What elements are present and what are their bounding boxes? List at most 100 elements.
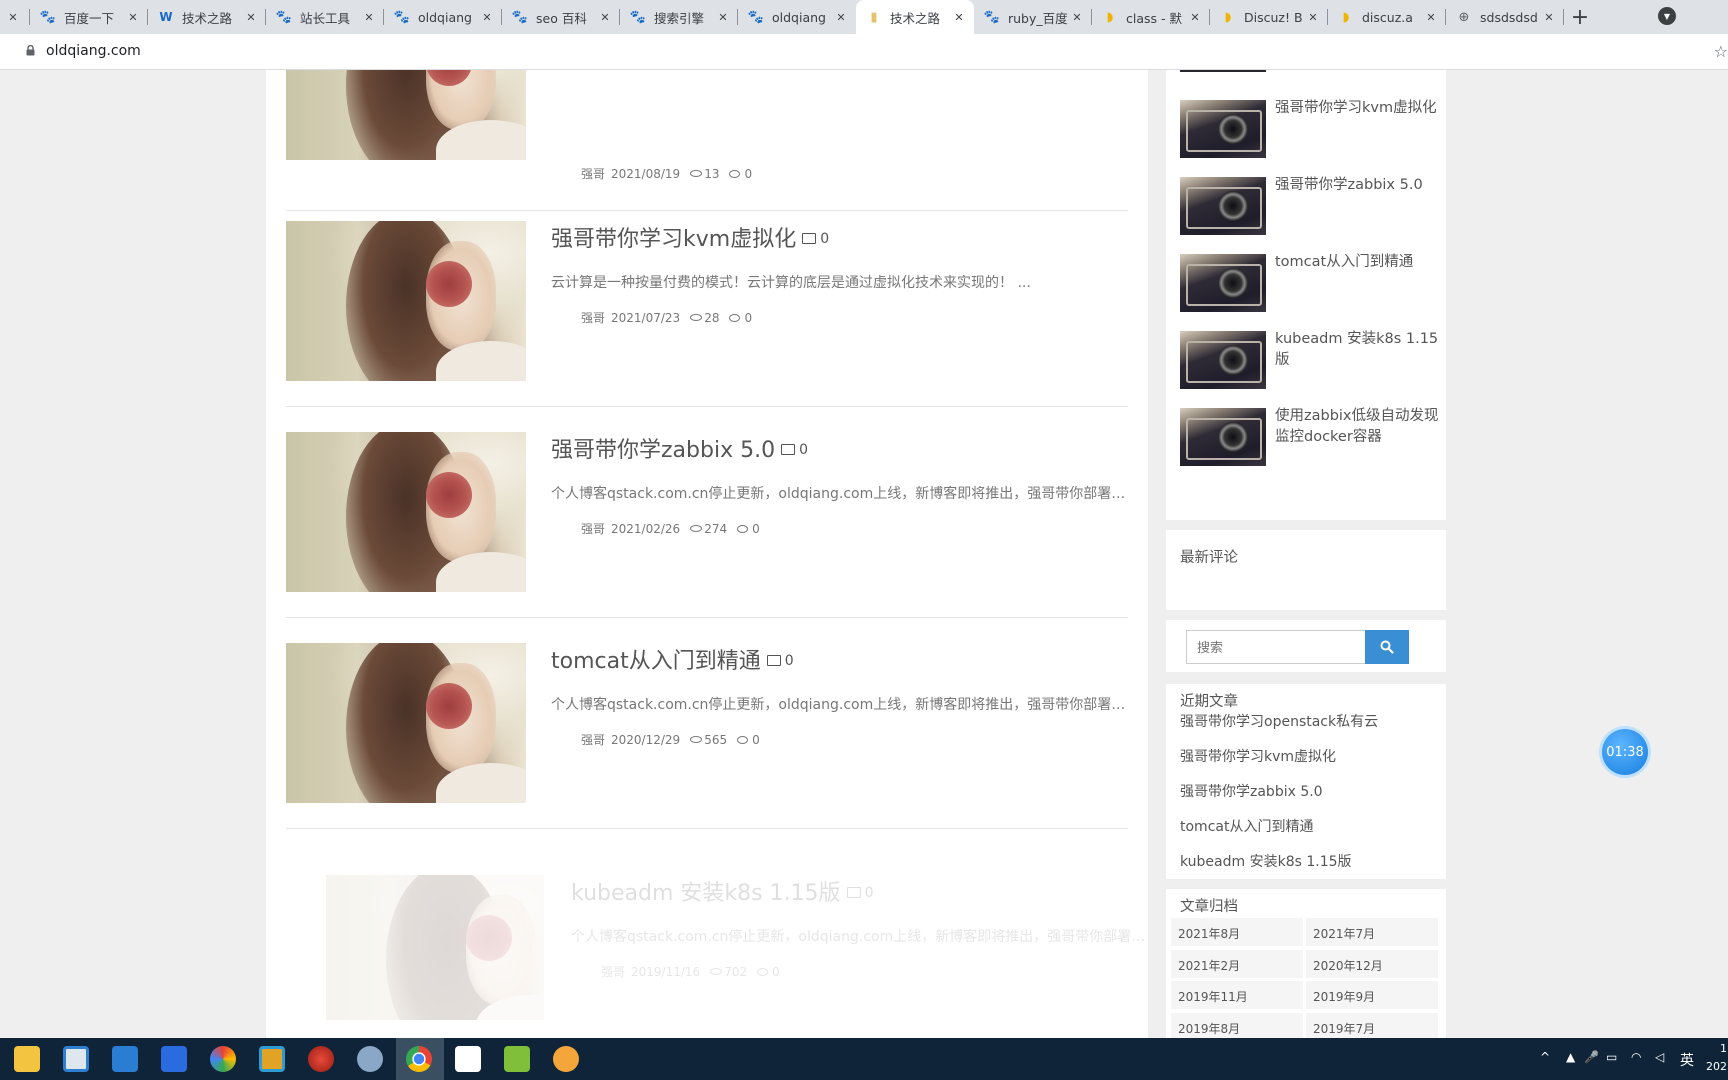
tray-expand-icon[interactable]: ^ (1540, 1050, 1550, 1064)
close-tab-icon[interactable]: ✕ (480, 11, 494, 24)
hot-post-title[interactable]: 强哥带你学习kvm虚拟化 (1275, 98, 1445, 119)
post-thumbnail[interactable] (286, 643, 526, 803)
tab-title: sdsdsdsd (1480, 9, 1538, 25)
browser-tab[interactable]: 🐾 ruby_百度 ✕ (974, 0, 1092, 34)
weibo-icon[interactable] (308, 1046, 334, 1072)
close-tab-icon[interactable]: ✕ (6, 11, 20, 24)
hot-post-title[interactable]: 强哥带你学zabbix 5.0 (1275, 175, 1445, 196)
hot-post-item[interactable]: 使用zabbix低级自动发现监控docker容器 (1180, 408, 1440, 466)
hot-post-title[interactable]: 使用zabbix低级自动发现监控docker容器 (1275, 406, 1445, 448)
browser-tab[interactable]: 🐾 oldqiang ✕ (384, 0, 502, 34)
close-tab-icon[interactable]: ✕ (716, 11, 730, 24)
tab-partial[interactable]: ✕ (0, 0, 30, 34)
archive-link[interactable]: 2019年8月 (1171, 1012, 1303, 1038)
hot-post-thumb[interactable] (1180, 408, 1266, 466)
bookmark-star-icon[interactable]: ☆ (1714, 42, 1728, 61)
close-tab-icon[interactable]: ✕ (598, 11, 612, 24)
file-explorer-icon[interactable] (14, 1046, 40, 1072)
post-title[interactable]: tomcat从入门到精通 0 (551, 643, 794, 675)
hot-post-item[interactable]: 强哥带你学习kvm虚拟化 (1180, 100, 1440, 158)
typora-icon[interactable] (455, 1046, 481, 1072)
browser-tab[interactable]: ⊕ sdsdsdsd ✕ (1446, 0, 1564, 34)
recent-post-link[interactable]: kubeadm 安装k8s 1.15版 (1180, 851, 1352, 871)
browser-tab[interactable]: W 技术之路 ✕ (148, 0, 266, 34)
hot-post-item[interactable]: kubeadm 安装k8s 1.15版 (1180, 331, 1440, 389)
archive-link[interactable]: 2021年2月 (1171, 949, 1303, 978)
feishu-icon[interactable] (161, 1046, 187, 1072)
floating-timer[interactable]: 01:38 (1602, 729, 1648, 775)
tab-search-icon[interactable]: ▼ (1658, 7, 1676, 25)
microphone-icon[interactable]: 🎤 (1584, 1050, 1599, 1064)
archive-link[interactable]: 2019年7月 (1306, 1012, 1438, 1038)
volume-icon[interactable]: ◁ (1655, 1050, 1664, 1064)
paint-icon[interactable] (357, 1046, 383, 1072)
close-tab-icon[interactable]: ✕ (1188, 11, 1202, 24)
ime-indicator[interactable]: 英 (1680, 1050, 1694, 1070)
post-title[interactable]: 强哥带你学zabbix 5.0 0 (551, 432, 808, 464)
browser-tab[interactable]: 🐾 oldqiang ✕ (738, 0, 856, 34)
archive-link[interactable]: 2021年8月 (1171, 918, 1303, 946)
wifi-icon[interactable]: ◠ (1631, 1050, 1641, 1064)
browser-tab[interactable]: ◗ Discuz! B ✕ (1210, 0, 1328, 34)
browser-tab[interactable]: ◗ class - 默 ✕ (1092, 0, 1210, 34)
hot-post-item[interactable]: tomcat从入门到精通 (1180, 254, 1440, 312)
close-tab-icon[interactable]: ✕ (1424, 11, 1438, 24)
archive-link[interactable]: 2019年9月 (1306, 981, 1438, 1009)
search-button[interactable] (1365, 630, 1409, 664)
archive-link[interactable]: 2019年11月 (1171, 981, 1303, 1009)
close-tab-icon[interactable]: ✕ (126, 11, 140, 24)
hot-post-title[interactable]: kubeadm 安装k8s 1.15版 (1275, 329, 1445, 371)
clock-time[interactable]: 1 (1720, 1042, 1727, 1055)
hot-post-title[interactable]: tomcat从入门到精通 (1275, 252, 1445, 273)
close-tab-icon[interactable]: ✕ (244, 11, 258, 24)
browser-tab[interactable]: ▮ 技术之路 ✕ (856, 0, 974, 34)
new-tab-button[interactable]: + (1564, 0, 1596, 34)
tray-app-icon[interactable]: ▲ (1566, 1050, 1575, 1064)
browser-tab[interactable]: 🐾 搜索引擎 ✕ (620, 0, 738, 34)
post-title-text[interactable]: 强哥带你学zabbix 5.0 (551, 438, 775, 463)
browser-tab[interactable]: 🐾 站长工具 ✕ (266, 0, 384, 34)
post-title-text[interactable]: 强哥带你学习kvm虚拟化 (551, 227, 796, 252)
hot-post-thumb[interactable] (1180, 254, 1266, 312)
recent-post-link[interactable]: 强哥带你学习openstack私有云 (1180, 711, 1378, 731)
post-title[interactable]: kubeadm 安装k8s 1.15版 0 (571, 875, 873, 907)
post-thumbnail[interactable] (286, 432, 526, 592)
post-meta: 强哥 2019/11/16 702 0 (601, 963, 780, 980)
recent-post-link[interactable]: 强哥带你学习kvm虚拟化 (1180, 746, 1336, 766)
battery-icon[interactable]: ▭ (1606, 1050, 1617, 1064)
post-thumbnail[interactable] (286, 221, 526, 381)
chrome-icon[interactable] (406, 1046, 432, 1072)
recent-post-link[interactable]: tomcat从入门到精通 (1180, 816, 1313, 836)
notepad-icon[interactable] (504, 1046, 530, 1072)
post-thumbnail[interactable] (286, 70, 526, 160)
recent-post-link[interactable]: 强哥带你学zabbix 5.0 (1180, 781, 1323, 801)
close-tab-icon[interactable]: ✕ (834, 11, 848, 24)
post-title-text[interactable]: tomcat从入门到精通 (551, 649, 761, 674)
hot-post-item[interactable]: 强哥带你学zabbix 5.0 (1180, 177, 1440, 235)
close-tab-icon[interactable]: ✕ (1542, 11, 1556, 24)
package-icon[interactable] (553, 1046, 579, 1072)
browser-tab[interactable]: 🐾 seo 百科 ✕ (502, 0, 620, 34)
post-title[interactable]: 强哥带你学习kvm虚拟化 0 (551, 221, 829, 253)
clock-date[interactable]: 202 (1706, 1060, 1727, 1073)
hot-post-thumb[interactable] (1180, 331, 1266, 389)
hot-post-thumb[interactable] (1180, 177, 1266, 235)
color-wheel-icon[interactable] (210, 1046, 236, 1072)
url-field[interactable]: oldqiang.com (46, 43, 141, 59)
post-views: 274 (704, 521, 728, 536)
store-icon[interactable] (63, 1046, 89, 1072)
close-tab-icon[interactable]: ✕ (952, 11, 966, 24)
browser-tab[interactable]: ◗ discuz.a ✕ (1328, 0, 1446, 34)
archive-link[interactable]: 2020年12月 (1306, 949, 1438, 978)
browser-tab[interactable]: 🐾 百度一下 ✕ (30, 0, 148, 34)
close-tab-icon[interactable]: ✕ (1306, 11, 1320, 24)
archive-link[interactable]: 2021年7月 (1306, 918, 1438, 946)
close-tab-icon[interactable]: ✕ (1070, 11, 1084, 24)
post-title-text[interactable]: kubeadm 安装k8s 1.15版 (571, 881, 841, 906)
hot-post-thumb[interactable] (1180, 100, 1266, 158)
search-input[interactable] (1186, 630, 1366, 664)
mail-icon[interactable] (112, 1046, 138, 1072)
post-thumbnail[interactable] (326, 875, 544, 1020)
close-tab-icon[interactable]: ✕ (362, 11, 376, 24)
terminal-icon[interactable] (259, 1046, 285, 1072)
